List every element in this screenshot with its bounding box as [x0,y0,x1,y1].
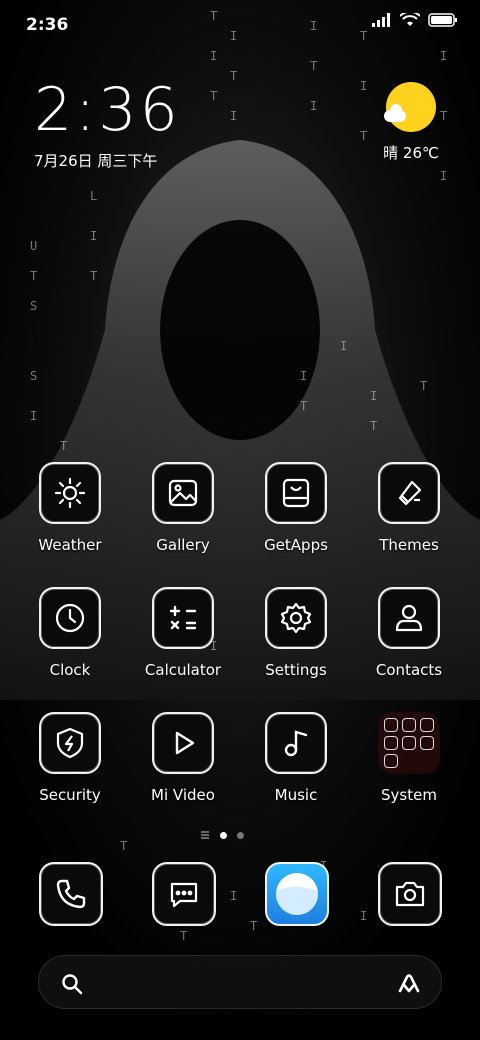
app-settings[interactable]: Settings [241,587,351,679]
dock-phone[interactable] [39,862,103,926]
signal-icon [372,13,390,27]
sun-icon [54,477,86,509]
mi-logo-icon[interactable] [395,969,423,997]
play-icon [175,731,195,755]
app-label: Mi Video [151,786,215,804]
page-indicator [200,830,244,840]
svg-text:I: I [310,99,317,113]
svg-text:S: S [30,369,37,383]
svg-text:I: I [440,49,447,63]
search-icon[interactable] [61,973,83,995]
svg-text:T: T [300,399,307,413]
svg-text:I: I [210,49,217,63]
dock-browser[interactable] [265,862,329,926]
svg-text:T: T [210,89,217,103]
menu-lines-icon [201,831,209,839]
app-gallery[interactable]: Gallery [128,462,238,554]
app-label: Themes [379,536,439,554]
svg-text:T: T [30,269,37,283]
app-label: Security [39,786,101,804]
svg-text:I: I [90,229,97,243]
svg-text:T: T [250,919,257,933]
image-icon [168,479,198,507]
svg-text:T: T [230,69,237,83]
music-note-icon [284,730,308,757]
svg-text:S: S [30,299,37,313]
page-dot-active [220,831,227,839]
app-system-folder[interactable]: System [354,712,464,804]
app-weather[interactable]: Weather [15,462,125,554]
app-mi-video[interactable]: Mi Video [128,712,238,804]
svg-text:I: I [300,369,307,383]
clock-icon [55,603,85,633]
weather-widget[interactable]: 晴 26℃ [376,82,446,163]
svg-text:T: T [120,839,127,853]
app-contacts[interactable]: Contacts [354,587,464,679]
app-label: Clock [49,661,91,679]
svg-text:I: I [230,889,237,903]
sunny-weather-icon [384,82,436,132]
message-icon [170,882,198,908]
gear-icon [280,602,312,634]
app-label: Calculator [144,661,222,679]
app-label: Contacts [375,661,443,679]
person-icon [395,604,423,632]
svg-text:T: T [360,129,367,143]
dock-messages[interactable] [152,862,216,926]
svg-text:T: T [180,929,187,943]
app-label: GetApps [264,536,328,554]
app-label: Gallery [156,536,210,554]
svg-text:I: I [230,109,237,123]
phone-icon [56,879,86,909]
svg-text:T: T [310,59,317,73]
app-label: Settings [265,661,327,679]
svg-text:T: T [420,379,427,393]
app-label: Music [274,786,318,804]
wifi-icon [400,13,420,26]
browser-icon [265,862,329,926]
svg-text:I: I [360,909,367,923]
page-dot [237,831,244,839]
svg-text:I: I [340,339,347,353]
svg-text:I: I [440,169,447,183]
app-security[interactable]: Security [15,712,125,804]
folder-icon [378,712,440,774]
app-label: System [381,786,437,804]
store-icon [282,478,310,508]
camera-icon [395,881,425,907]
svg-text:T: T [60,439,67,453]
app-music[interactable]: Music [241,712,351,804]
clock-widget-date: 7月26日 周三下午 [34,152,158,170]
app-getapps[interactable]: GetApps [241,462,351,554]
svg-text:U: U [30,239,37,253]
calculator-icon [169,605,197,630]
svg-text:I: I [360,79,367,93]
svg-text:I: I [370,389,377,403]
status-time: 2:36 [26,15,69,35]
weather-text: 晴 26℃ [383,144,439,162]
svg-text:L: L [90,189,97,203]
status-bar: 2:36 [0,0,480,50]
clock-widget[interactable]: 2:36 7月26日 周三下午 [34,80,181,171]
brush-icon [398,480,422,506]
clock-widget-time: 2:36 [34,75,181,145]
app-label: Weather [38,536,102,554]
app-themes[interactable]: Themes [354,462,464,554]
app-clock[interactable]: Clock [15,587,125,679]
svg-text:T: T [90,269,97,283]
battery-icon [428,13,457,27]
app-calculator[interactable]: Calculator [128,587,238,679]
svg-text:I: I [30,409,37,423]
svg-text:T: T [370,419,377,433]
dock-camera[interactable] [378,862,442,926]
shield-bolt-icon [56,727,84,759]
search-bar[interactable] [38,955,442,1009]
